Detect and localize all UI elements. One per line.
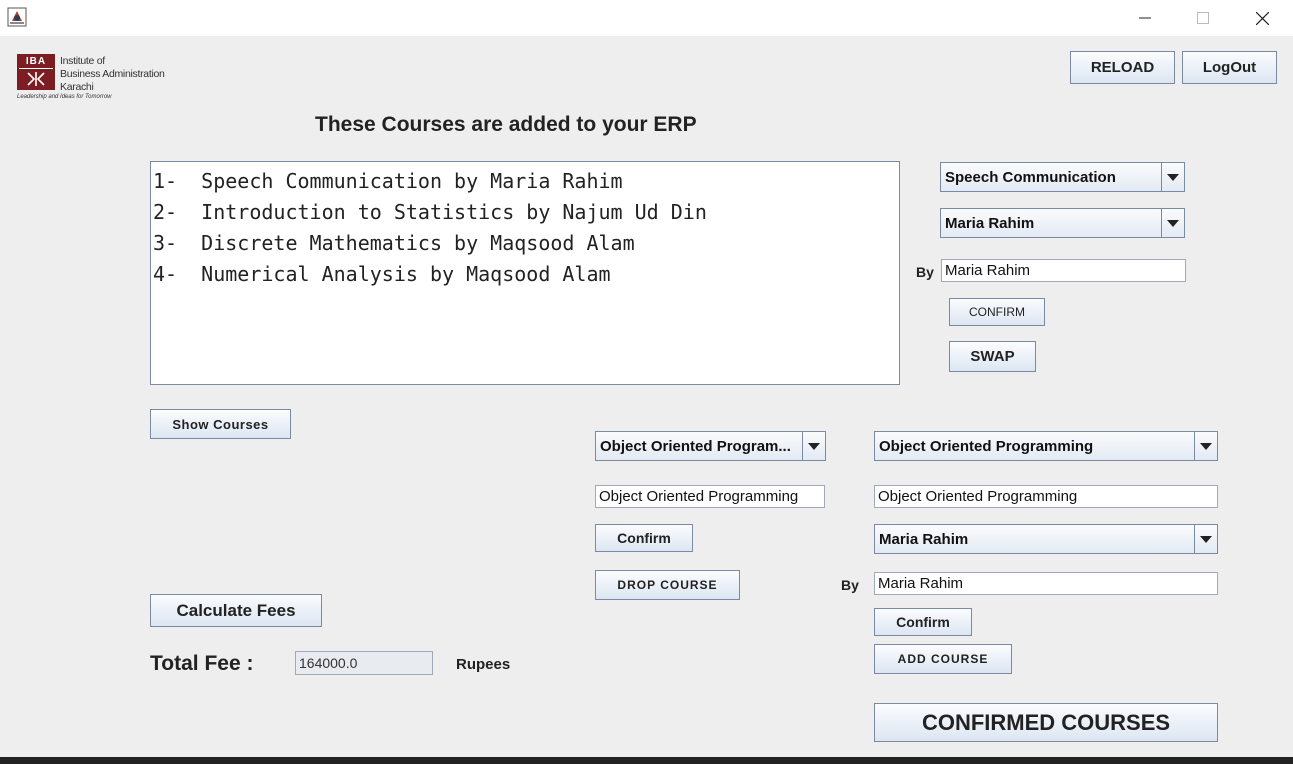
reload-button[interactable]: RELOAD [1070, 51, 1175, 84]
logo-line: Institute of [60, 55, 105, 67]
add-teacher-select[interactable]: Maria Rahim [874, 524, 1218, 554]
logo-mark-text: IBA [25, 56, 47, 67]
confirmed-courses-button[interactable]: CONFIRMED COURSES [874, 703, 1218, 742]
courses-textarea[interactable]: 1- Speech Communication by Maria Rahim 2… [150, 161, 900, 385]
logo-line: Business Administration [60, 68, 165, 80]
logout-button[interactable]: LogOut [1182, 51, 1277, 84]
swap-teacher-select-value: Maria Rahim [945, 214, 1035, 232]
drop-course-select[interactable]: Object Oriented Program... [595, 431, 826, 461]
logo-text: Institute of Business Administration Kar… [60, 55, 165, 94]
window-frame-right [1288, 36, 1293, 757]
course-line: 2- Introduction to Statistics by Najum U… [153, 200, 707, 224]
chevron-down-icon[interactable] [1161, 209, 1184, 237]
chevron-down-icon[interactable] [1194, 525, 1217, 553]
swap-course-select[interactable]: Speech Communication [940, 162, 1185, 192]
show-courses-button[interactable]: Show Courses [150, 409, 291, 439]
drop-course-button[interactable]: DROP COURSE [595, 570, 740, 600]
java-app-icon [7, 7, 27, 27]
total-fee-label: Total Fee : [150, 652, 254, 675]
rupees-label: Rupees [456, 656, 511, 673]
swap-confirm-button[interactable]: CONFIRM [949, 298, 1045, 326]
course-line: 3- Discrete Mathematics by Maqsood Alam [153, 231, 635, 255]
chevron-down-icon[interactable] [1194, 432, 1217, 460]
swap-by-label: By [916, 264, 934, 280]
window-titlebar [0, 0, 1293, 36]
maximize-icon[interactable] [1180, 0, 1226, 36]
page-title: These Courses are added to your ERP [315, 113, 697, 136]
add-course-field[interactable]: Object Oriented Programming [874, 485, 1218, 508]
logo-line: Karachi [60, 81, 94, 93]
add-teacher-select-value: Maria Rahim [879, 530, 969, 548]
drop-course-field[interactable]: Object Oriented Programming [595, 485, 825, 508]
close-icon[interactable] [1239, 0, 1285, 36]
window-frame-bottom [0, 757, 1293, 764]
swap-button[interactable]: SWAP [949, 341, 1036, 372]
add-course-button[interactable]: ADD COURSE [874, 644, 1012, 674]
add-confirm-button[interactable]: Confirm [874, 608, 972, 636]
add-by-label: By [841, 577, 859, 593]
minimize-icon[interactable] [1122, 0, 1168, 36]
drop-confirm-button[interactable]: Confirm [595, 524, 693, 552]
swap-teacher-select[interactable]: Maria Rahim [940, 208, 1185, 238]
swap-course-select-value: Speech Communication [945, 168, 1116, 186]
calculate-fees-button[interactable]: Calculate Fees [150, 594, 322, 627]
drop-course-select-value: Object Oriented Program... [600, 437, 791, 455]
chevron-down-icon[interactable] [1161, 163, 1184, 191]
iba-logo: IBA Institute of Business Administration… [17, 54, 177, 106]
total-fee-field: 164000.0 [295, 651, 433, 675]
course-line: 1- Speech Communication by Maria Rahim [153, 169, 623, 193]
iba-logo-mark: IBA [17, 54, 55, 90]
swap-by-field[interactable]: Maria Rahim [941, 259, 1186, 282]
add-by-field[interactable]: Maria Rahim [874, 572, 1218, 595]
chevron-down-icon[interactable] [802, 432, 825, 460]
add-course-select-value: Object Oriented Programming [879, 437, 1094, 455]
logo-tagline: Leadership and Ideas for Tomorrow [17, 94, 112, 100]
add-course-select[interactable]: Object Oriented Programming [874, 431, 1218, 461]
course-line: 4- Numerical Analysis by Maqsood Alam [153, 262, 611, 286]
